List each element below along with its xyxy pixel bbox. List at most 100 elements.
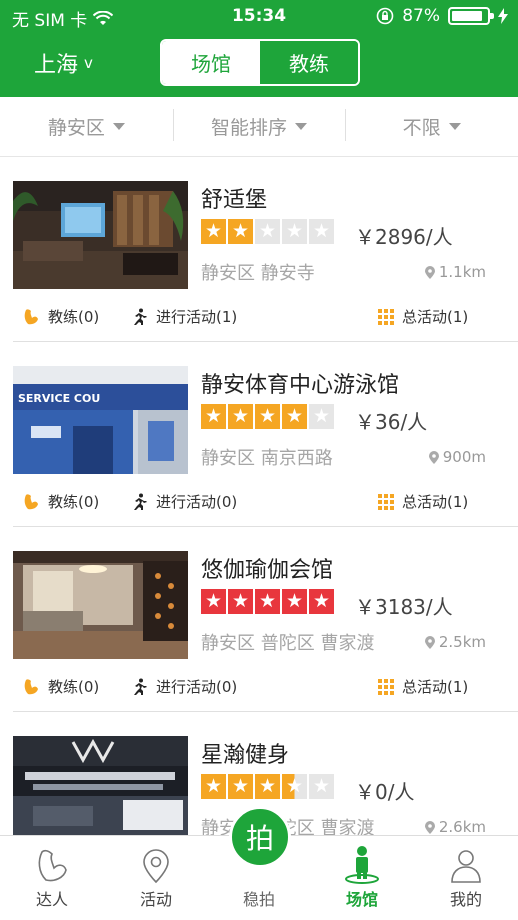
venue-photo: SERVICE COU: [13, 366, 188, 474]
rating-star-icon: ★: [282, 774, 307, 799]
filter-district[interactable]: 静安区: [0, 113, 173, 140]
venue-price: ￥3183/人: [355, 595, 453, 619]
venue-name: 舒适堡: [201, 188, 268, 213]
rating-star-icon: ★: [201, 219, 226, 244]
rating-star-icon: ★: [228, 589, 253, 614]
stat-total[interactable]: 总活动(1): [378, 676, 468, 697]
muscle-icon: [24, 678, 38, 694]
running-icon: [134, 678, 147, 695]
rating-star-icon: ★: [282, 404, 307, 429]
venue-name: 静安体育中心游泳馆: [201, 373, 400, 398]
rating-star-icon: ★: [309, 219, 334, 244]
person-stage-icon: [345, 846, 379, 884]
rating-star-icon: ★: [201, 404, 226, 429]
rating-star-icon: ★: [255, 404, 280, 429]
stat-ongoing[interactable]: 进行活动(0): [130, 491, 237, 512]
venue-price: ￥36/人: [355, 410, 428, 434]
stat-ongoing[interactable]: 进行活动(0): [130, 676, 237, 697]
caret-down-icon: [112, 123, 125, 130]
venue-card[interactable]: 舒适堡 ★ ★ ★ ★ ★ ￥2896/人 静安区 静安寺 1.1km 教练(0) 进行…: [0, 157, 518, 342]
stat-coach[interactable]: 教练(0): [22, 306, 99, 327]
ongoing-count: 进行活动(1): [156, 308, 238, 326]
rating-star-icon: ★: [282, 589, 307, 614]
filter-type-label: 不限: [402, 117, 441, 139]
rating-star-icon: ★: [228, 774, 253, 799]
coach-count: 教练(0): [48, 493, 100, 511]
filter-sort[interactable]: 智能排序: [172, 109, 346, 141]
venue-area: 静安区 南京西路: [201, 448, 333, 469]
svg-text:SERVICE COU: SERVICE COU: [18, 392, 100, 405]
caret-down-icon: [295, 123, 308, 130]
tab-experts[interactable]: 达人: [0, 836, 104, 920]
ongoing-count: 进行活动(0): [156, 493, 238, 511]
battery-fill: [452, 11, 482, 21]
location-pin-icon: [428, 450, 439, 464]
venue-distance: 1.1km: [424, 263, 486, 281]
rating-star-icon: ★: [309, 589, 334, 614]
running-icon: [134, 493, 147, 510]
venue-photo: [13, 551, 188, 659]
rating-star-icon: ★: [201, 774, 226, 799]
tab-label: 稳拍: [242, 890, 275, 909]
tab-coaches[interactable]: 教练: [260, 41, 358, 84]
tab-venues-nav[interactable]: 场馆: [310, 836, 414, 920]
tab-label: 我的: [449, 890, 482, 909]
tab-label: 达人: [35, 890, 68, 909]
status-right: 87%: [376, 6, 508, 26]
venue-stats: 教练(0) 进行活动(0) 总活动(1): [0, 487, 518, 519]
app-root: 无 SIM 卡 15:34 87% 上海 v 场馆 教练 静安区 智能排序 不限…: [0, 0, 518, 920]
venue-card[interactable]: 悠伽瑜伽会馆 ★ ★ ★ ★ ★ ￥3183/人 静安区 普陀区 曹家渡 2.5km 教…: [0, 527, 518, 712]
city-name: 上海: [34, 53, 79, 78]
stat-total[interactable]: 总活动(1): [378, 306, 468, 327]
grid-dots-icon: [378, 678, 394, 695]
venue-area: 静安区 普陀区 曹家渡: [201, 633, 375, 654]
city-selector[interactable]: 上海 v: [34, 47, 93, 79]
filter-type[interactable]: 不限: [345, 109, 518, 141]
grid-dots-icon: [378, 493, 394, 510]
battery-icon: [448, 7, 494, 25]
venue-name: 悠伽瑜伽会馆: [201, 558, 334, 583]
total-count: 总活动(1): [402, 493, 469, 511]
total-count: 总活动(1): [402, 308, 469, 326]
venue-card[interactable]: SERVICE COU 静安体育中心游泳馆 ★ ★ ★ ★ ★ ￥36/人 静安区 南京…: [0, 342, 518, 527]
rating-stars: ★ ★ ★ ★ ★: [201, 219, 334, 244]
rating-stars: ★ ★ ★ ★ ★: [201, 589, 334, 614]
shoot-center-button[interactable]: 拍: [229, 806, 291, 868]
location-pin-icon: [143, 849, 169, 884]
running-icon: [134, 308, 147, 325]
profile-icon: [451, 850, 481, 883]
coach-count: 教练(0): [48, 308, 100, 326]
caret-down-icon: [448, 123, 461, 130]
rating-star-icon: ★: [228, 404, 253, 429]
stat-coach[interactable]: 教练(0): [22, 491, 99, 512]
battery-percent: 87%: [402, 6, 440, 26]
venue-stats: 教练(0) 进行活动(1) 总活动(1): [0, 302, 518, 334]
muscle-icon: [38, 849, 67, 882]
stat-total[interactable]: 总活动(1): [378, 491, 468, 512]
stat-coach[interactable]: 教练(0): [22, 676, 99, 697]
distance-value: 2.6km: [438, 818, 486, 835]
venue-area: 静安区 静安寺: [201, 263, 315, 284]
top-header: 无 SIM 卡 15:34 87% 上海 v 场馆 教练: [0, 0, 518, 97]
rating-star-icon: ★: [255, 774, 280, 799]
chevron-down-icon: v: [84, 54, 93, 72]
rating-star-icon: ★: [201, 589, 226, 614]
total-count: 总活动(1): [402, 678, 469, 696]
venue-photo: [13, 736, 188, 835]
venue-distance: 900m: [428, 448, 486, 466]
grid-dots-icon: [378, 308, 394, 325]
tab-activities[interactable]: 活动: [104, 836, 208, 920]
filter-district-label: 静安区: [47, 117, 105, 139]
venue-stats: 教练(0) 进行活动(0) 总活动(1): [0, 672, 518, 704]
venue-distance: 2.6km: [424, 818, 486, 835]
tab-venues[interactable]: 场馆: [162, 41, 260, 84]
venue-distance: 2.5km: [424, 633, 486, 651]
filter-bar: 静安区 智能排序 不限: [0, 97, 518, 157]
tab-me[interactable]: 我的: [414, 836, 518, 920]
distance-value: 900m: [442, 448, 486, 466]
rating-star-icon: ★: [255, 219, 280, 244]
battery-tip: [490, 13, 494, 19]
stat-ongoing[interactable]: 进行活动(1): [130, 306, 237, 327]
venue-price: ￥2896/人: [355, 225, 453, 249]
tab-label: 场馆: [345, 890, 378, 909]
